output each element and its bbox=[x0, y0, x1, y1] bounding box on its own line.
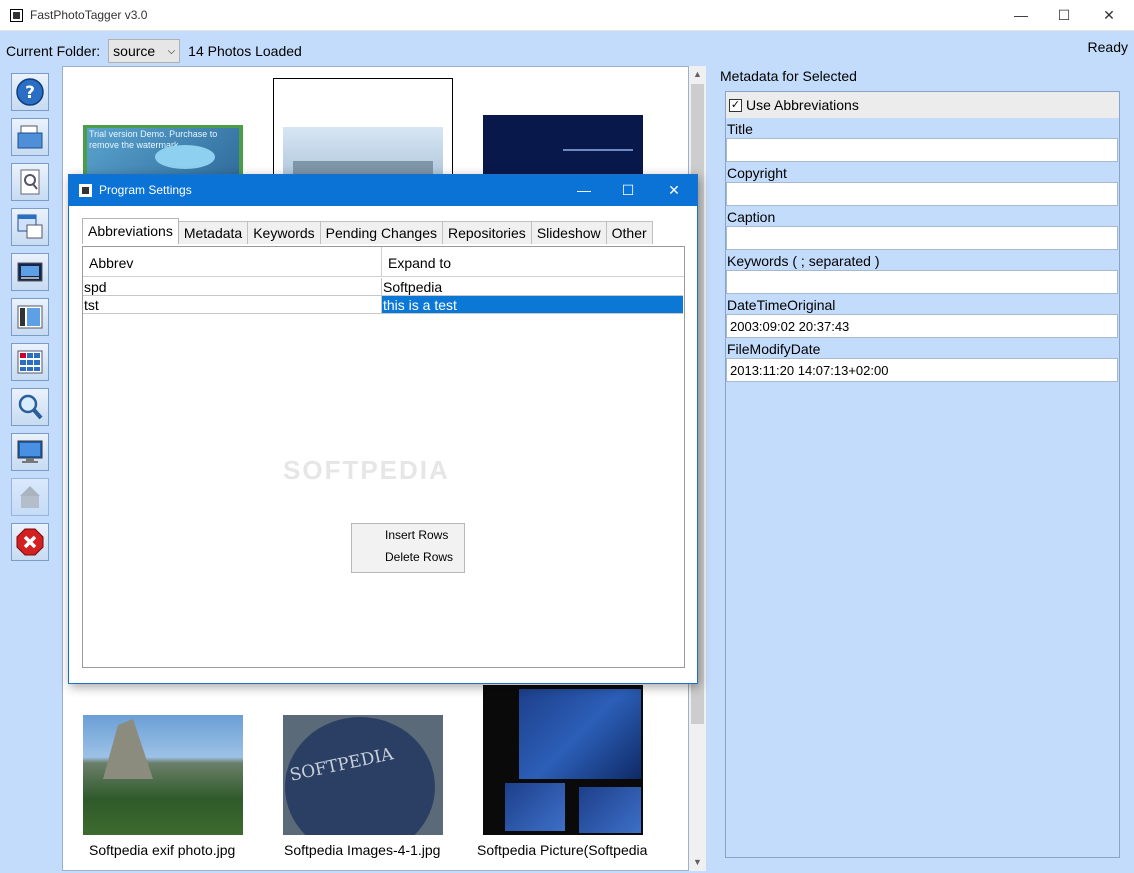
photo-thumbnail[interactable]: SOFTPEDIA bbox=[283, 715, 443, 835]
photo-thumbnail[interactable] bbox=[83, 715, 243, 835]
grid-view-icon bbox=[17, 350, 43, 374]
monitor-icon bbox=[17, 440, 43, 463]
exit-button[interactable] bbox=[11, 523, 49, 561]
folder-bar: Current Folder: source ⌵ 14 Photos Loade… bbox=[6, 39, 302, 63]
dialog-title-bar: Program Settings — ☐ ✕ bbox=[69, 175, 697, 206]
minimize-button[interactable]: — bbox=[998, 0, 1044, 31]
tab-metadata[interactable]: Metadata bbox=[177, 221, 249, 244]
metadata-header: Metadata for Selected bbox=[720, 68, 857, 84]
exit-icon bbox=[16, 528, 44, 556]
scroll-down-icon[interactable]: ▼ bbox=[689, 854, 706, 871]
datetime-original-field[interactable]: 2003:09:02 20:37:43 bbox=[726, 314, 1118, 338]
filmstrip-icon bbox=[17, 305, 43, 329]
abbreviations-table: Abbrev Expand to spd Softpedia tst this … bbox=[82, 246, 685, 668]
column-header-abbrev[interactable]: Abbrev bbox=[83, 247, 382, 277]
tag-button[interactable] bbox=[11, 478, 49, 516]
image-view-icon bbox=[17, 262, 43, 282]
help-button[interactable]: ? bbox=[11, 73, 49, 111]
metadata-panel: ✓ Use Abbreviations Title Copyright Capt… bbox=[725, 91, 1120, 858]
image-view-button[interactable] bbox=[11, 253, 49, 291]
tab-keywords[interactable]: Keywords bbox=[247, 221, 321, 244]
tab-other[interactable]: Other bbox=[605, 221, 653, 244]
grid-view-button[interactable] bbox=[11, 343, 49, 381]
open-folder-icon bbox=[17, 125, 43, 149]
maximize-button[interactable]: ☐ bbox=[1041, 0, 1087, 31]
left-toolbar: ? bbox=[11, 73, 49, 568]
dialog-maximize-button[interactable]: ☐ bbox=[605, 175, 651, 206]
insert-rows-menu-item[interactable]: Insert Rows bbox=[352, 524, 464, 546]
abbrev-cell[interactable]: spd bbox=[83, 278, 382, 296]
copyright-field[interactable] bbox=[726, 182, 1118, 206]
svg-text:?: ? bbox=[25, 83, 35, 103]
settings-tabs: Abbreviations Metadata Keywords Pending … bbox=[82, 218, 653, 244]
title-field[interactable] bbox=[726, 138, 1118, 162]
delete-rows-menu-item[interactable]: Delete Rows bbox=[352, 546, 464, 568]
file-modify-date-field[interactable]: 2013:11:20 14:07:13+02:00 bbox=[726, 358, 1118, 382]
folder-select[interactable]: source ⌵ bbox=[108, 39, 181, 63]
disabled-tag-icon bbox=[20, 486, 40, 508]
keywords-field[interactable] bbox=[726, 270, 1118, 294]
title-label: Title bbox=[727, 121, 753, 137]
open-folder-button[interactable] bbox=[11, 118, 49, 156]
close-button[interactable]: ✕ bbox=[1086, 0, 1132, 31]
datetime-original-label: DateTimeOriginal bbox=[727, 297, 836, 313]
app-icon bbox=[10, 9, 23, 22]
dialog-app-icon bbox=[79, 184, 92, 197]
status-text: Ready bbox=[1087, 39, 1128, 55]
expand-cell-selected[interactable]: this is a test bbox=[382, 296, 683, 314]
slideshow-button[interactable] bbox=[11, 433, 49, 471]
dialog-title: Program Settings bbox=[99, 183, 192, 197]
table-row[interactable]: tst this is a test bbox=[83, 296, 683, 314]
keywords-label: Keywords ( ; separated ) bbox=[727, 253, 880, 269]
table-row[interactable]: spd Softpedia bbox=[83, 278, 683, 296]
search-icon bbox=[18, 394, 43, 420]
copyright-label: Copyright bbox=[727, 165, 787, 181]
abbrev-cell[interactable]: tst bbox=[83, 296, 382, 314]
dialog-close-button[interactable]: ✕ bbox=[651, 175, 697, 206]
window-title: FastPhotoTagger v3.0 bbox=[30, 8, 148, 22]
chevron-down-icon: ⌵ bbox=[167, 45, 176, 57]
filmstrip-button[interactable] bbox=[11, 298, 49, 336]
caption-label: Caption bbox=[727, 209, 776, 225]
expand-cell[interactable]: Softpedia bbox=[382, 278, 683, 296]
copy-windows-button[interactable] bbox=[11, 208, 49, 246]
use-abbreviations-label: Use Abbreviations bbox=[746, 97, 859, 113]
photo-caption: Softpedia Picture(Softpedia bbox=[477, 842, 648, 858]
folder-select-value: source bbox=[113, 43, 156, 59]
preview-button[interactable] bbox=[11, 163, 49, 201]
column-header-expand-to[interactable]: Expand to bbox=[382, 247, 684, 277]
photos-loaded-count: 14 Photos Loaded bbox=[188, 43, 302, 59]
dialog-minimize-button[interactable]: — bbox=[561, 175, 607, 206]
file-modify-date-label: FileModifyDate bbox=[727, 341, 821, 357]
copy-windows-icon bbox=[17, 214, 43, 239]
use-abbreviations-row[interactable]: ✓ Use Abbreviations bbox=[726, 92, 1119, 118]
help-icon: ? bbox=[16, 78, 44, 106]
current-folder-label: Current Folder: bbox=[6, 43, 101, 59]
photo-caption: Softpedia exif photo.jpg bbox=[89, 842, 236, 858]
photo-thumbnail[interactable] bbox=[483, 685, 643, 835]
tab-slideshow[interactable]: Slideshow bbox=[530, 221, 607, 244]
photo-caption: Softpedia Images-4-1.jpg bbox=[284, 842, 441, 858]
main-title-bar: FastPhotoTagger v3.0 — ☐ ✕ bbox=[0, 0, 1134, 31]
scroll-up-icon[interactable]: ▲ bbox=[689, 66, 706, 83]
tab-repositories[interactable]: Repositories bbox=[441, 221, 532, 244]
preview-icon bbox=[20, 169, 40, 195]
watermark: SOFTPEDIA bbox=[283, 455, 450, 485]
search-button[interactable] bbox=[11, 388, 49, 426]
tab-pending-changes[interactable]: Pending Changes bbox=[319, 221, 443, 244]
tab-abbreviations[interactable]: Abbreviations bbox=[82, 218, 179, 244]
program-settings-dialog: Program Settings — ☐ ✕ Abbreviations Met… bbox=[68, 174, 698, 684]
context-menu: Insert Rows Delete Rows bbox=[351, 523, 465, 573]
caption-field[interactable] bbox=[726, 226, 1118, 250]
use-abbreviations-checkbox[interactable]: ✓ bbox=[729, 98, 742, 112]
